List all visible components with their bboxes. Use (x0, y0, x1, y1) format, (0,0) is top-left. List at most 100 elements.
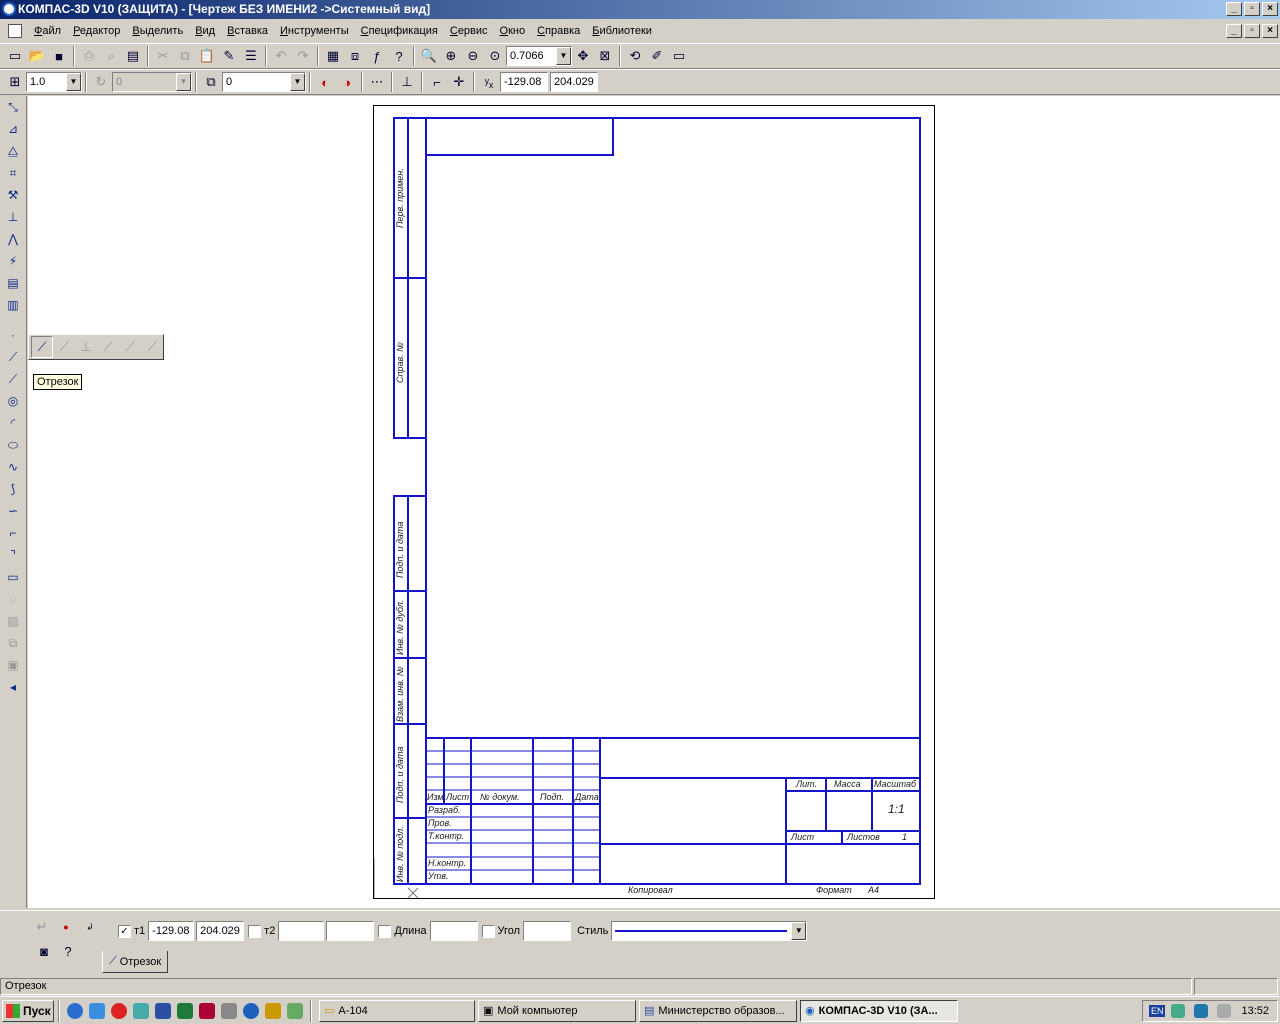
doc-restore-button[interactable]: ▫ (1244, 24, 1260, 38)
rebuild-icon[interactable]: ⟲ (624, 45, 646, 67)
doc-close-button[interactable]: × (1262, 24, 1278, 38)
paste-icon[interactable]: 📋 (196, 45, 218, 67)
redo-icon[interactable]: ↷ (292, 45, 314, 67)
print-preview-icon[interactable]: ⌕ (100, 45, 122, 67)
chevron-down-icon[interactable]: ▼ (66, 73, 81, 91)
chamfer-icon[interactable]: ⌝ (2, 544, 24, 566)
menu-help[interactable]: Справка (531, 21, 586, 41)
installer-icon[interactable] (287, 1002, 303, 1019)
snap-local-icon[interactable]: ◑ (336, 71, 358, 93)
ie-icon[interactable] (67, 1002, 83, 1019)
cursor-x-field[interactable]: -129.08 (500, 72, 548, 92)
segment-icon[interactable]: ⟋ (2, 368, 24, 390)
zoom-scale-icon[interactable]: ⊙ (484, 45, 506, 67)
tangent-two-curves-icon[interactable]: ⟋ (119, 336, 141, 358)
menu-select[interactable]: Выделить (126, 21, 189, 41)
excel-icon[interactable] (177, 1002, 193, 1019)
reports-panel-icon[interactable]: ▥ (2, 294, 24, 316)
menu-libraries[interactable]: Библиотеки (586, 21, 658, 41)
drawing-canvas[interactable]: Перв. примен. Справ. № Подп. и дата Инв.… (28, 96, 1280, 908)
designations-panel-icon[interactable]: ⧋ (2, 140, 24, 162)
print-icon[interactable]: ⎙ (78, 45, 100, 67)
security-tray-icon[interactable] (1194, 1004, 1209, 1018)
kompas-icon[interactable] (243, 1002, 259, 1019)
menu-insert[interactable]: Вставка (221, 21, 274, 41)
task-a104[interactable]: ▭ А-104 (319, 999, 475, 1022)
maximize-button[interactable]: ▫ (1244, 2, 1260, 16)
ortho-icon[interactable]: ⌐ (426, 71, 448, 93)
update-tray-icon[interactable] (1217, 1004, 1232, 1018)
nurbs-icon[interactable]: ⟆ (2, 478, 24, 500)
equidistant-icon[interactable]: ⧉ (2, 632, 24, 654)
circle-icon[interactable]: ◎ (2, 390, 24, 412)
perpendicular-segment-icon[interactable]: ⊥ (75, 336, 97, 358)
minimize-button[interactable]: _ (1226, 2, 1242, 16)
create-object-icon[interactable]: ↵ (32, 917, 52, 937)
length-checkbox[interactable] (378, 924, 392, 938)
grid-icon[interactable]: ⋯ (366, 71, 388, 93)
menu-specification[interactable]: Спецификация (355, 21, 444, 41)
t2-checkbox[interactable] (248, 924, 262, 938)
parallel-segment-icon[interactable]: ⟋ (53, 336, 75, 358)
menu-edit[interactable]: Редактор (67, 21, 126, 41)
t1-checkbox[interactable]: ✓ (118, 924, 131, 938)
segment-icon[interactable]: ⟋ (31, 336, 53, 358)
tab-segment[interactable]: ⟋ Отрезок (102, 951, 169, 973)
variables-icon[interactable]: ƒ (366, 45, 388, 67)
camera-icon[interactable]: ◙ (34, 941, 54, 961)
hatch-icon[interactable]: ▨ (2, 610, 24, 632)
help-pointer-icon[interactable]: ? (388, 45, 410, 67)
t1-x-field[interactable]: -129.08 (148, 921, 195, 941)
select-panel-icon[interactable]: ⋀ (2, 228, 24, 250)
display-icon[interactable]: ▭ (668, 45, 690, 67)
grid-snap-icon[interactable]: ⊞ (4, 71, 26, 93)
dimensions-panel-icon[interactable]: ⊿ (2, 118, 24, 140)
scroll-down-icon[interactable]: ◂ (2, 676, 24, 698)
undo-icon[interactable]: ↶ (270, 45, 292, 67)
auxiliary-line-icon[interactable]: ⟋ (2, 346, 24, 368)
manager-icon[interactable]: ▦ (322, 45, 344, 67)
save-icon[interactable]: ■ (48, 45, 70, 67)
network-icon[interactable] (133, 1002, 149, 1019)
zoom-in-icon[interactable]: ⊕ (440, 45, 462, 67)
edit-icon[interactable]: ✐ (646, 45, 668, 67)
angle-checkbox[interactable] (481, 924, 495, 938)
stop-icon[interactable]: ● (56, 917, 76, 937)
menu-tools[interactable]: Инструменты (274, 21, 355, 41)
angle-field[interactable] (523, 921, 572, 941)
access-icon[interactable] (199, 1002, 215, 1019)
measure-panel-icon[interactable]: ⊥ (2, 206, 24, 228)
t2-y-field[interactable] (326, 921, 375, 941)
segment-extra-icon[interactable]: ⟋ (141, 336, 163, 358)
point-icon[interactable]: · (2, 324, 24, 346)
layers-icon[interactable]: ⧉ (200, 71, 222, 93)
collection-icon[interactable]: ▣ (2, 654, 24, 676)
layer-combo[interactable]: 0 ▼ (222, 72, 306, 92)
pan-icon[interactable]: ✥ (572, 45, 594, 67)
bezier-icon[interactable]: ∽ (2, 500, 24, 522)
fillet-icon[interactable]: ⌐ (2, 522, 24, 544)
language-indicator[interactable]: EN (1148, 1005, 1166, 1017)
chevron-down-icon[interactable]: ▼ (791, 922, 807, 940)
zoom-icon[interactable]: 🔍 (418, 45, 440, 67)
task-kompas[interactable]: ◉ КОМПАС-3D V10 (ЗА... (800, 999, 958, 1022)
doc-minimize-button[interactable]: _ (1226, 24, 1242, 38)
explorer-icon[interactable] (89, 1002, 105, 1019)
edit-panel-icon[interactable]: ⌗ (2, 162, 24, 184)
task-my-computer[interactable]: ▣ Мой компьютер (478, 999, 636, 1022)
new-document-icon[interactable]: ▭ (4, 45, 26, 67)
cut-icon[interactable]: ✂ (152, 45, 174, 67)
menu-file[interactable]: Файл (28, 21, 67, 41)
tangent-segment-icon[interactable]: ⟋ (97, 336, 119, 358)
document-icon[interactable] (8, 24, 22, 38)
t1-y-field[interactable]: 204.029 (196, 921, 245, 941)
auto-create-icon[interactable]: ↲ (80, 917, 100, 937)
rectangle-icon[interactable]: ▭ (2, 566, 24, 588)
properties-icon[interactable]: ▤ (122, 45, 144, 67)
length-field[interactable] (429, 921, 478, 941)
network-tray-icon[interactable] (1171, 1004, 1186, 1018)
associative-panel-icon[interactable]: ⚡ (2, 250, 24, 272)
task-ministry[interactable]: ▤ Министерство образов... (639, 999, 797, 1022)
geometry-panel-icon[interactable]: ⤡ (2, 96, 24, 118)
chevron-down-icon[interactable]: ▼ (556, 47, 571, 65)
